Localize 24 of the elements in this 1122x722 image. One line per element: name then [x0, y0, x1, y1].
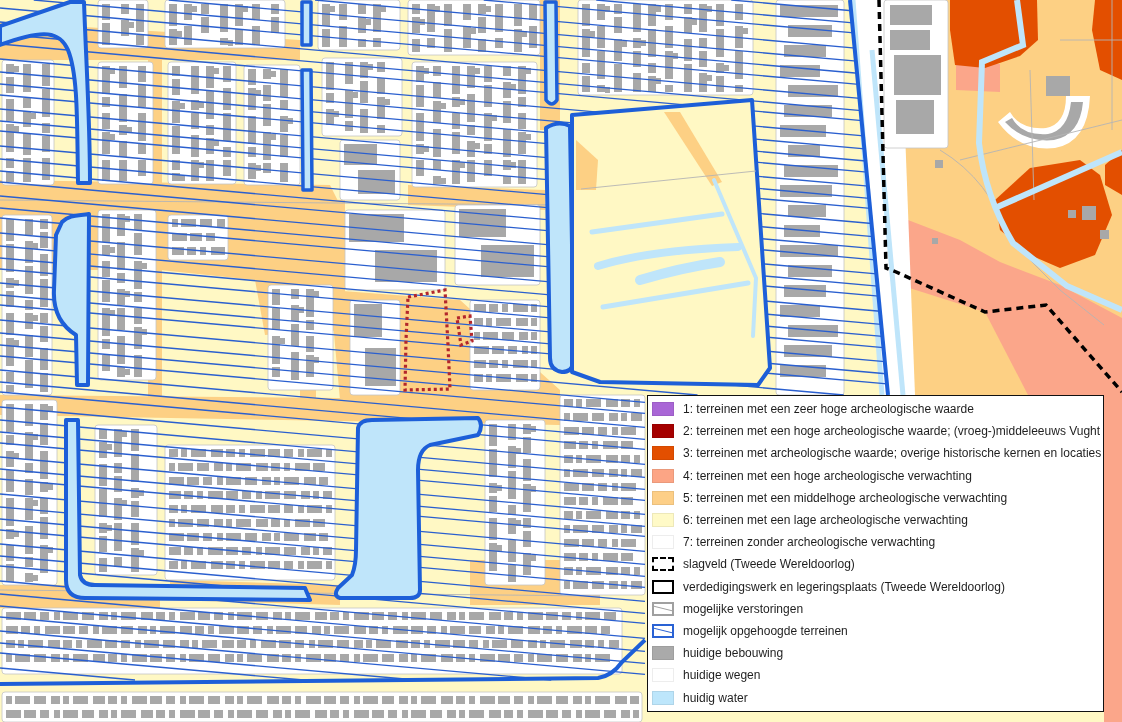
- legend-label: 7: terreinen zonder archeologische verwachting: [683, 535, 936, 550]
- building: [1068, 210, 1076, 218]
- housing-block: [339, 139, 401, 201]
- legend-label: 3: terreinen met archeologische waarde; overige historische kernen en locaties: [683, 446, 1102, 461]
- legend-label: verdedigingswerk en legeringsplaats (Tweede Wereldoorlog): [683, 579, 1005, 594]
- building: [935, 160, 943, 168]
- legend-label: 1: terreinen met een zeer hoge archeologische waarde: [683, 402, 974, 417]
- legend-label: 5: terreinen met een middelhoge archeologische verwachting: [683, 490, 1008, 505]
- legend-label: 2: terreinen met een hoge archeologische waarde; (vroeg-)middeleeuws Vught: [683, 424, 1101, 439]
- dotted-area-outline: [455, 314, 474, 348]
- legend-label: slagveld (Tweede Wereldoorlog): [683, 557, 855, 572]
- legend-label: huidige wegen: [683, 668, 761, 683]
- legend-label: 4: terreinen met een hoge archeologische verwachting: [683, 468, 972, 483]
- legend-label: mogelijk opgehoogde terreinen: [683, 623, 848, 638]
- building: [932, 238, 938, 244]
- legend-label: mogelijke verstoringen: [683, 601, 804, 616]
- canal: [300, 0, 313, 47]
- legend-label: huidig water: [683, 690, 748, 705]
- building: [1082, 206, 1096, 220]
- building: [1046, 76, 1070, 96]
- housing-block: [167, 214, 229, 261]
- legend-label: 6: terreinen met een lage archeologische verwachting: [683, 513, 968, 528]
- building: [1100, 230, 1109, 239]
- legend-label: huidige bebouwing: [683, 646, 784, 661]
